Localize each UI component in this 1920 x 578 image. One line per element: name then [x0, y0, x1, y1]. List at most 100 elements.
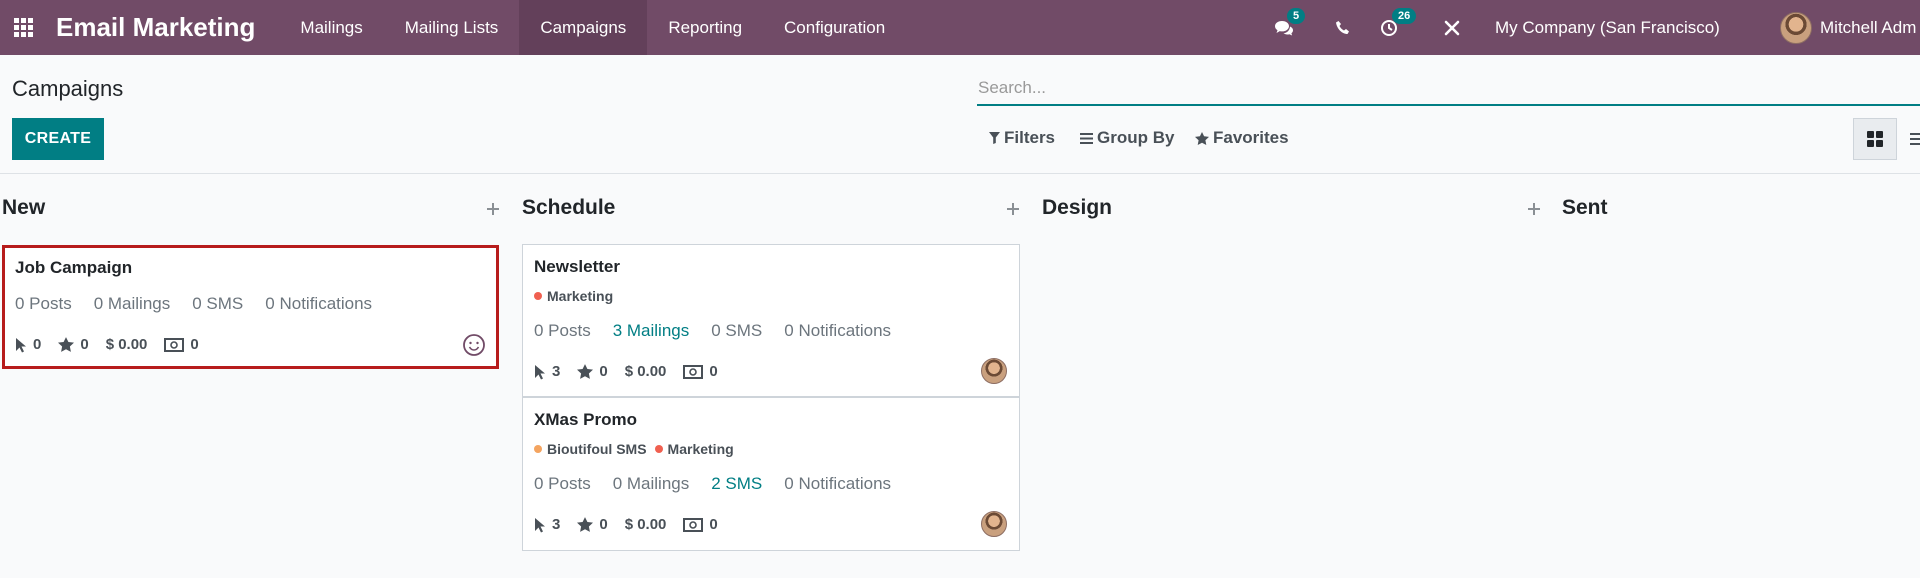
add-to-new-button[interactable] — [486, 196, 500, 222]
money-icon — [164, 337, 185, 352]
phone-button[interactable] — [1326, 0, 1360, 55]
plus-icon — [1528, 203, 1540, 215]
search-bar — [977, 72, 1920, 106]
cash-value: 0 — [709, 363, 718, 380]
revenue-value: $ 0.00 — [624, 516, 667, 533]
filter-icon — [989, 132, 1000, 144]
add-to-schedule-button[interactable] — [1006, 196, 1020, 222]
app-title[interactable]: Email Marketing — [56, 12, 255, 43]
tag-marketing: Marketing — [534, 288, 613, 304]
company-switcher[interactable]: My Company (San Francisco) — [1495, 0, 1720, 55]
cash-value: 0 — [190, 336, 199, 353]
column-header-new: New — [2, 196, 46, 219]
smiley-icon[interactable] — [462, 333, 486, 357]
menu-campaigns[interactable]: Campaigns — [519, 0, 648, 55]
plus-icon — [487, 203, 499, 215]
notifications-count[interactable]: 0 Notifications — [265, 294, 372, 314]
create-button[interactable]: CREATE — [12, 118, 104, 160]
activities-button[interactable]: 26 — [1372, 0, 1417, 55]
posts-count[interactable]: 0 Posts — [534, 474, 591, 494]
clicks-value: 3 — [552, 516, 561, 533]
filters-label: Filters — [1004, 128, 1056, 147]
card-title: Job Campaign — [15, 258, 133, 277]
filters-button[interactable]: Filters — [989, 128, 1055, 148]
notifications-count[interactable]: 0 Notifications — [784, 321, 891, 341]
search-input[interactable] — [977, 72, 1920, 104]
sms-count[interactable]: 2 SMS — [711, 474, 762, 494]
posts-count[interactable]: 0 Posts — [534, 321, 591, 341]
card-stats: 0 0 $ 0.00 0 — [15, 336, 216, 353]
messages-badge: 5 — [1287, 8, 1306, 24]
add-to-design-button[interactable] — [1527, 196, 1541, 222]
star-icon — [58, 337, 75, 352]
mailings-count[interactable]: 0 Mailings — [94, 294, 171, 314]
sms-count[interactable]: 0 SMS — [711, 321, 762, 341]
tag-color-dot — [534, 292, 542, 300]
kanban-card-job-campaign[interactable]: Job Campaign 0 Posts 0 Mailings 0 SMS 0 … — [2, 245, 499, 369]
user-name: Mitchell Adm — [1820, 17, 1917, 37]
card-tags: Marketing — [534, 288, 621, 304]
messages-button[interactable]: 5 — [1267, 0, 1306, 55]
star-icon — [577, 517, 594, 532]
menu-reporting[interactable]: Reporting — [647, 0, 763, 55]
list-icon — [1910, 130, 1920, 148]
group-by-label: Group By — [1097, 128, 1175, 147]
posts-count[interactable]: 0 Posts — [15, 294, 72, 314]
kanban-icon — [1867, 131, 1883, 147]
responsible-avatar[interactable] — [981, 358, 1007, 384]
tag-label: Bioutifoul SMS — [547, 441, 647, 457]
rating-value: 0 — [80, 336, 89, 353]
rating-value: 0 — [599, 516, 608, 533]
top-navbar: Email Marketing Mailings Mailing Lists C… — [0, 0, 1920, 55]
favorites-label: Favorites — [1213, 128, 1289, 147]
star-icon — [577, 364, 594, 379]
column-header-design: Design — [1042, 196, 1113, 219]
clicks-value: 0 — [33, 336, 42, 353]
notifications-count[interactable]: 0 Notifications — [784, 474, 891, 494]
card-counts: 0 Posts 3 Mailings 0 SMS 0 Notifications — [534, 321, 913, 341]
kanban-view-button[interactable] — [1853, 118, 1897, 160]
debug-tools-button[interactable] — [1435, 0, 1469, 55]
tag-color-dot — [534, 445, 542, 453]
cursor-icon — [16, 337, 26, 352]
cash-value: 0 — [709, 516, 718, 533]
tag-color-dot — [654, 445, 663, 453]
revenue-value: $ 0.00 — [105, 336, 148, 353]
mailings-count[interactable]: 0 Mailings — [613, 474, 690, 494]
group-by-button[interactable]: Group By — [1080, 128, 1174, 148]
money-icon — [683, 364, 704, 379]
rating-value: 0 — [599, 363, 608, 380]
kanban-card-newsletter[interactable]: Newsletter Marketing 0 Posts 3 Mailings … — [522, 244, 1020, 397]
menu-mailing-lists[interactable]: Mailing Lists — [384, 0, 520, 55]
user-menu[interactable]: Mitchell Adm — [1780, 0, 1916, 55]
card-counts: 0 Posts 0 Mailings 2 SMS 0 Notifications — [534, 474, 913, 494]
tools-icon — [1444, 20, 1460, 35]
sms-count[interactable]: 0 SMS — [192, 294, 243, 314]
card-stats: 3 0 $ 0.00 0 — [534, 516, 735, 533]
cursor-icon — [535, 517, 545, 532]
revenue-value: $ 0.00 — [624, 363, 667, 380]
tag-label: Marketing — [547, 288, 614, 304]
kanban-card-xmas-promo[interactable]: XMas Promo Bioutifoul SMS Marketing 0 Po… — [522, 397, 1020, 551]
money-icon — [683, 517, 704, 532]
list-view-button[interactable] — [1900, 118, 1920, 160]
menu-mailings[interactable]: Mailings — [279, 0, 383, 55]
plus-icon — [1007, 203, 1019, 215]
favorites-button[interactable]: Favorites — [1195, 128, 1289, 148]
user-avatar — [1780, 11, 1812, 44]
tag-label: Marketing — [667, 441, 734, 457]
responsible-avatar[interactable] — [981, 511, 1007, 537]
tag-bioutifoul-sms: Bioutifoul SMS — [534, 441, 647, 457]
card-tags: Bioutifoul SMS Marketing — [534, 441, 742, 457]
mailings-count[interactable]: 3 Mailings — [613, 321, 690, 341]
activities-badge: 26 — [1392, 8, 1417, 24]
tag-marketing: Marketing — [654, 441, 734, 457]
clicks-value: 3 — [552, 363, 561, 380]
cursor-icon — [535, 364, 545, 379]
menu-configuration[interactable]: Configuration — [763, 0, 906, 55]
card-title: Newsletter — [534, 257, 620, 276]
column-header-sent: Sent — [1562, 196, 1608, 219]
control-panel-divider — [0, 173, 1920, 174]
apps-menu-icon[interactable] — [0, 0, 46, 55]
star-icon — [1195, 131, 1209, 145]
